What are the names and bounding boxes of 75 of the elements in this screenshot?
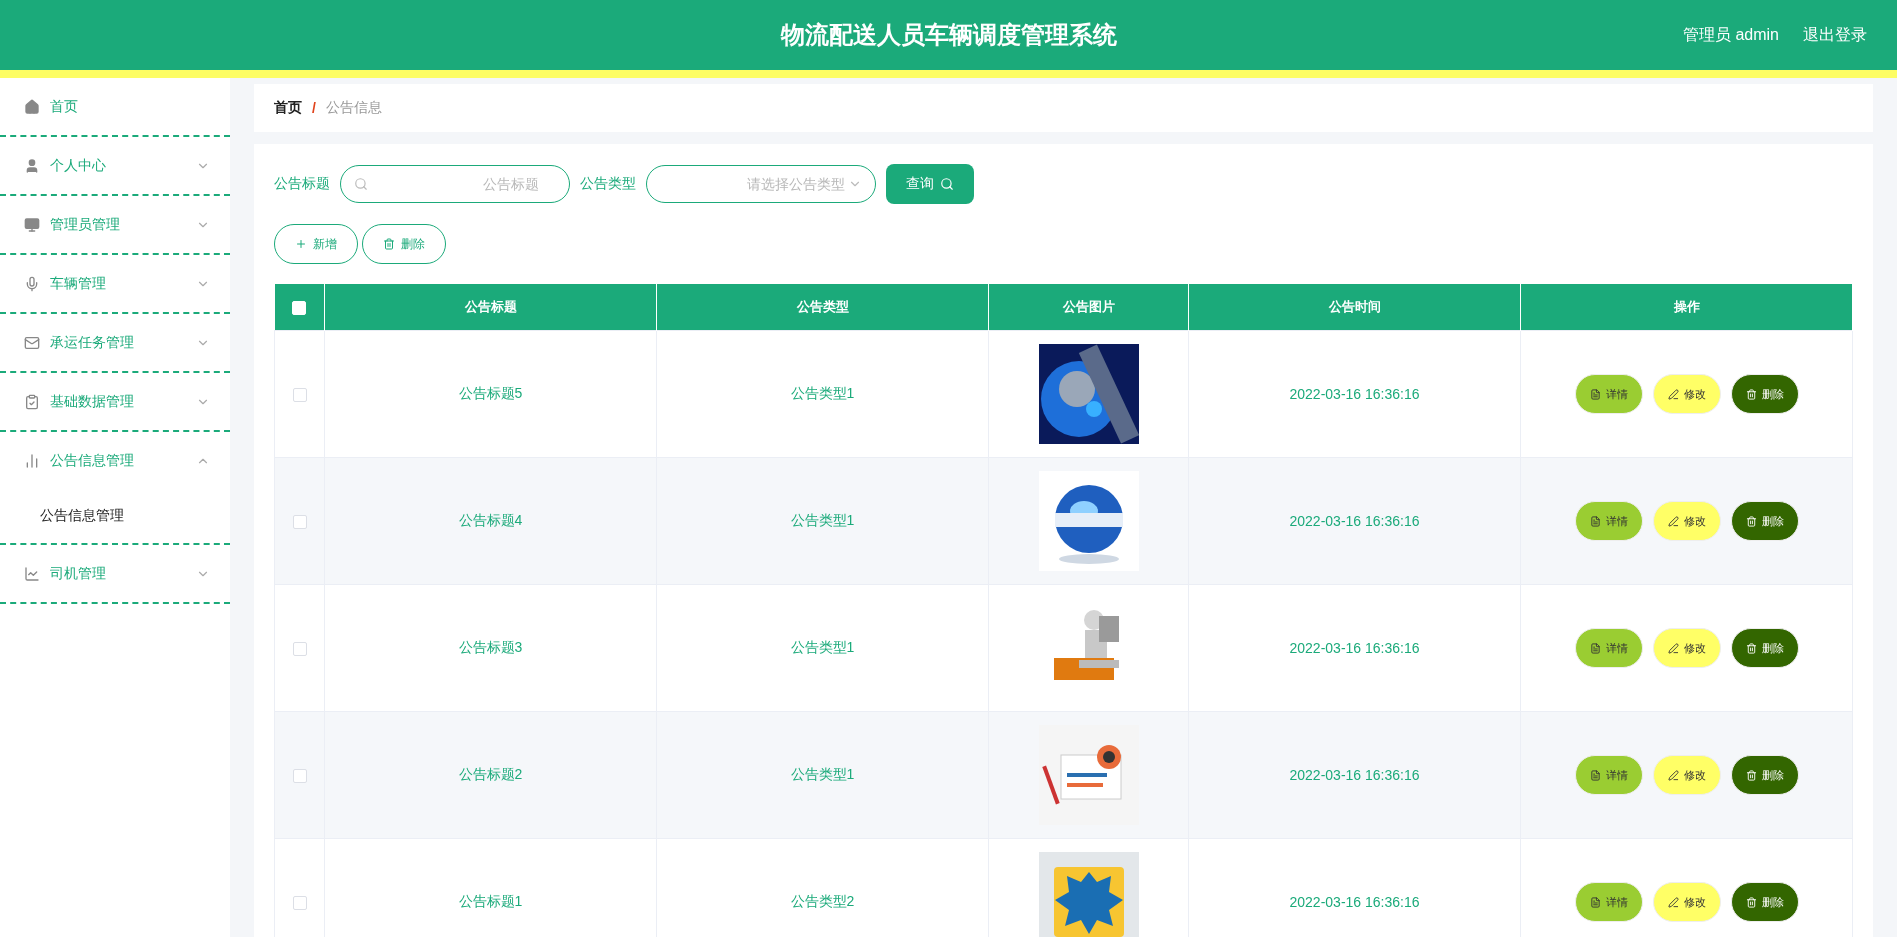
edit-button[interactable]: 修改 bbox=[1652, 755, 1721, 795]
trash-icon bbox=[1745, 769, 1757, 781]
breadcrumb-current: 公告信息 bbox=[325, 99, 382, 117]
document-icon bbox=[1589, 896, 1601, 908]
menu-label: 承运任务管理 bbox=[50, 333, 134, 352]
detail-button[interactable]: 详情 bbox=[1574, 755, 1643, 795]
pen-icon bbox=[1667, 896, 1679, 908]
pen-icon bbox=[1667, 642, 1679, 654]
trash-icon bbox=[1745, 642, 1757, 654]
title-search-field[interactable]: 公告标题 bbox=[340, 165, 570, 203]
type-select[interactable]: 请选择公告类型 bbox=[646, 165, 876, 203]
field-label: 公告标题 bbox=[274, 175, 330, 193]
menu-label: 基础数据管理 bbox=[50, 392, 134, 411]
detail-button[interactable]: 详情 bbox=[1574, 628, 1643, 668]
menu-label: 公告信息管理 bbox=[50, 451, 134, 470]
delete-button[interactable]: 删除 bbox=[1730, 501, 1799, 541]
table-cell: 公告标题2 bbox=[324, 711, 657, 839]
column-header: 操作 bbox=[1520, 284, 1853, 331]
delete-button[interactable]: 删除 bbox=[1730, 628, 1799, 668]
menu-label: 车辆管理 bbox=[50, 274, 106, 293]
document-icon bbox=[1589, 388, 1601, 400]
table-cell: 2022-03-16 16:36:16 bbox=[1188, 457, 1521, 585]
column-header: 公告图片 bbox=[988, 284, 1189, 331]
pen-icon bbox=[1667, 515, 1679, 527]
table-cell: 公告标题5 bbox=[324, 330, 657, 458]
user-name: 管理员 admin bbox=[1682, 24, 1779, 45]
breadcrumb-separator: / bbox=[312, 100, 316, 116]
field-label: 公告类型 bbox=[580, 175, 636, 193]
submenu-item[interactable]: 公告信息管理 bbox=[0, 489, 230, 543]
edit-button[interactable]: 修改 bbox=[1652, 628, 1721, 668]
menu-label: 司机管理 bbox=[50, 564, 106, 583]
table-cell: 公告标题4 bbox=[324, 457, 657, 585]
trash-icon bbox=[1745, 896, 1757, 908]
document-icon bbox=[1589, 515, 1601, 527]
row-checkbox[interactable] bbox=[292, 896, 307, 911]
row-checkbox[interactable] bbox=[292, 642, 307, 657]
pen-icon bbox=[1667, 388, 1679, 400]
edit-button[interactable]: 修改 bbox=[1652, 501, 1721, 541]
row-checkbox[interactable] bbox=[292, 388, 307, 403]
column-header: 公告类型 bbox=[656, 284, 989, 331]
table-cell: 2022-03-16 16:36:16 bbox=[1188, 711, 1521, 839]
trash-icon bbox=[383, 238, 395, 250]
pen-icon bbox=[1667, 769, 1679, 781]
edit-button[interactable]: 修改 bbox=[1652, 374, 1721, 414]
document-icon bbox=[1589, 769, 1601, 781]
menu-label: 管理员管理 bbox=[50, 215, 120, 234]
table-cell: 公告类型1 bbox=[656, 584, 989, 712]
table-cell: 公告类型1 bbox=[656, 457, 989, 585]
table-cell: 公告类型1 bbox=[656, 711, 989, 839]
app-title: 物流配送人员车辆调度管理系统 bbox=[780, 20, 1117, 50]
edit-button[interactable]: 修改 bbox=[1652, 882, 1721, 922]
menu-label: 个人中心 bbox=[50, 156, 106, 175]
trash-icon bbox=[1745, 515, 1757, 527]
search-icon bbox=[940, 177, 954, 191]
table-cell: 2022-03-16 16:36:16 bbox=[1188, 330, 1521, 458]
detail-button[interactable]: 详情 bbox=[1574, 882, 1643, 922]
delete-button[interactable]: 删除 bbox=[1730, 374, 1799, 414]
menu-label: 首页 bbox=[50, 97, 78, 116]
document-icon bbox=[1589, 642, 1601, 654]
column-header: 公告标题 bbox=[324, 284, 657, 331]
column-header: 公告时间 bbox=[1188, 284, 1521, 331]
table-cell: 公告标题3 bbox=[324, 584, 657, 712]
detail-button[interactable]: 详情 bbox=[1574, 374, 1643, 414]
plus-icon bbox=[295, 238, 307, 250]
trash-icon bbox=[1745, 388, 1757, 400]
delete-button[interactable]: 删除 bbox=[1730, 882, 1799, 922]
breadcrumb-home[interactable]: 首页 bbox=[274, 99, 302, 117]
detail-button[interactable]: 详情 bbox=[1574, 501, 1643, 541]
search-icon bbox=[354, 177, 368, 191]
select-all-checkbox[interactable] bbox=[292, 300, 307, 315]
row-checkbox[interactable] bbox=[292, 515, 307, 530]
row-checkbox[interactable] bbox=[292, 769, 307, 784]
delete-button[interactable]: 删除 bbox=[1730, 755, 1799, 795]
table-cell: 公告类型1 bbox=[656, 330, 989, 458]
table-cell: 2022-03-16 16:36:16 bbox=[1188, 584, 1521, 712]
